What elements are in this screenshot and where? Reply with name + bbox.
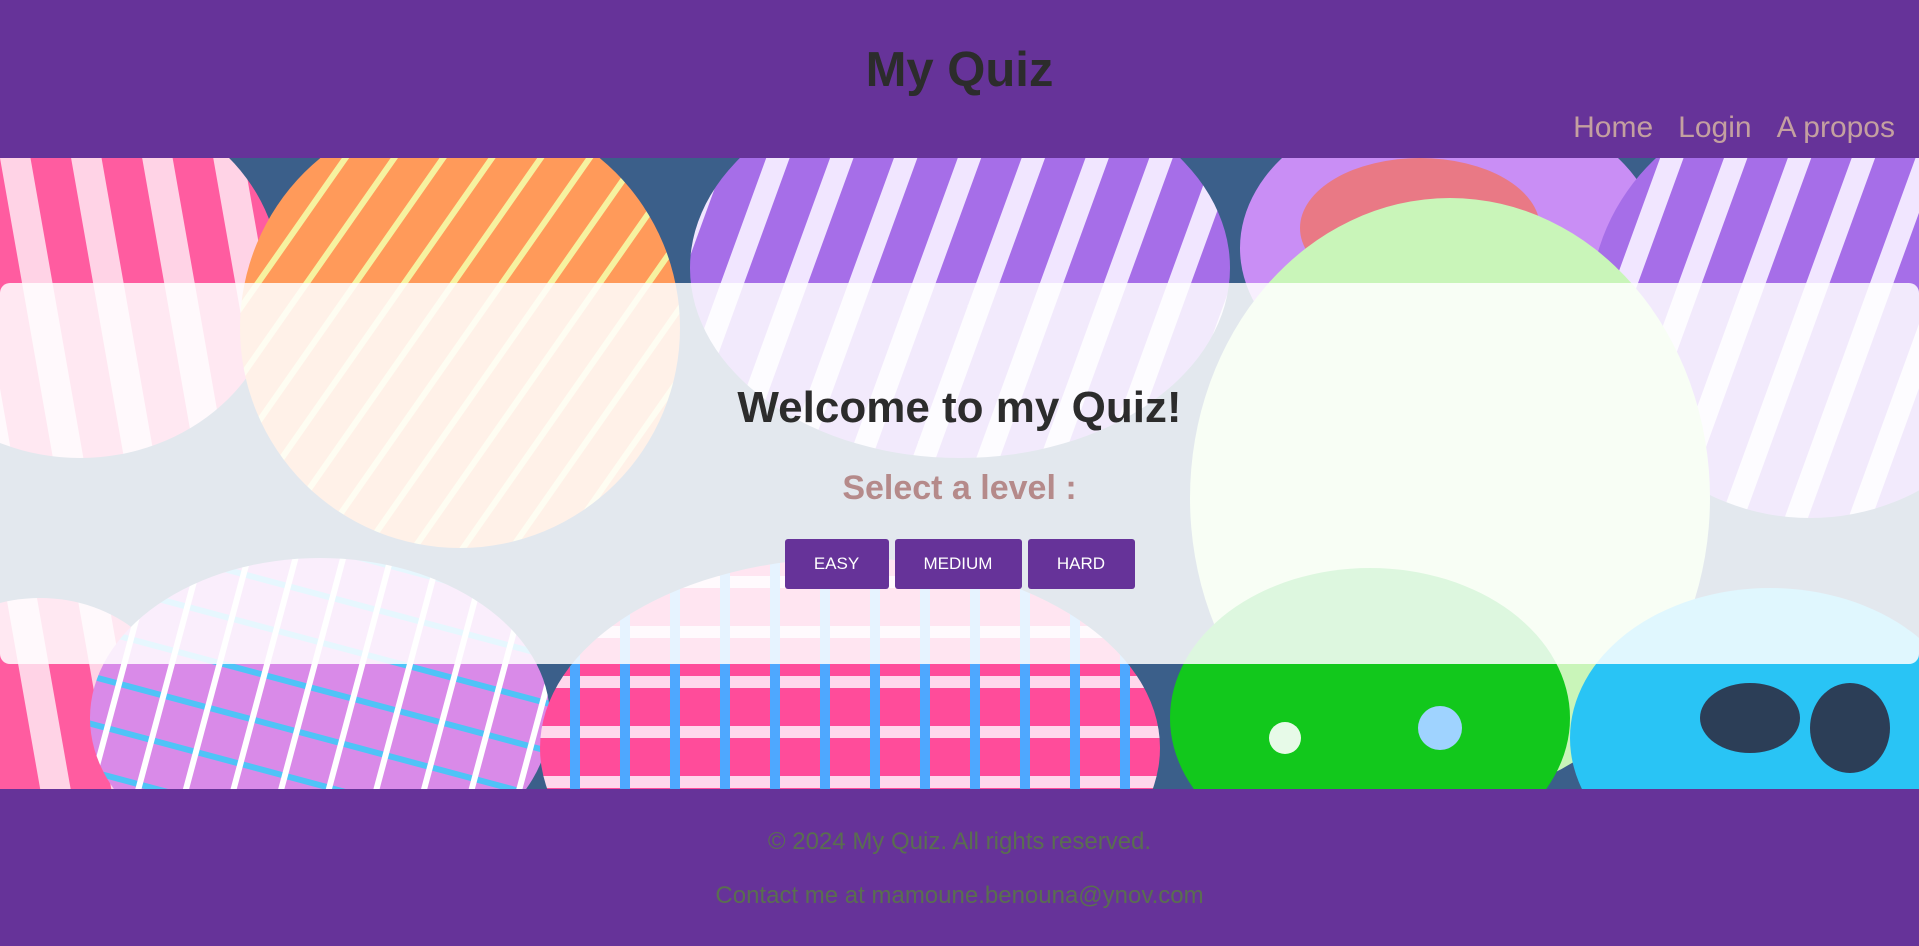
nav-link-home[interactable]: Home (1573, 108, 1653, 148)
copyright-text: © 2024 My Quiz. All rights reserved. (767, 828, 1152, 855)
select-level-label: Select a level : (842, 469, 1077, 507)
nav-link-a-propos[interactable]: A propos (1777, 108, 1895, 148)
site-header: My Quiz Home Login A propos (0, 0, 1919, 158)
nav-link-login[interactable]: Login (1678, 108, 1751, 148)
welcome-title: Welcome to my Quiz! (737, 383, 1182, 432)
site-title: My Quiz (865, 43, 1054, 97)
hard-level-button[interactable]: HARD (1027, 539, 1135, 589)
site-footer: © 2024 My Quiz. All rights reserved. Con… (0, 789, 1919, 946)
medium-level-button[interactable]: MEDIUM (894, 539, 1022, 589)
easy-level-button[interactable]: EASY (784, 539, 889, 589)
main-nav: Home Login A propos (1573, 108, 1895, 148)
welcome-card: Welcome to my Quiz! Select a level : EAS… (0, 283, 1919, 664)
contact-text: Contact me at mamoune.benouna@ynov.com (715, 882, 1204, 909)
level-button-group: EASY MEDIUM HARD (0, 539, 1919, 589)
